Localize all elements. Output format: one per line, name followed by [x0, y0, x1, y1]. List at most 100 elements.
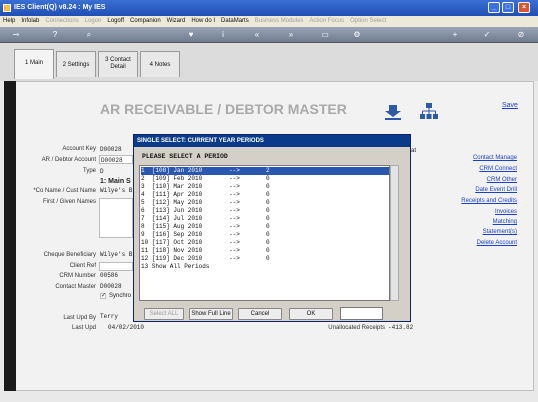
- period-row-arrow: -->: [229, 223, 240, 230]
- tab-strip: 1 Main 2 Settings 3 Contact Detail 4 Not…: [0, 43, 538, 81]
- type-value[interactable]: D: [100, 168, 104, 175]
- dialog-input[interactable]: [340, 307, 383, 320]
- period-row-count: 2: [266, 167, 270, 174]
- period-row-label: 12 [119] Dec 2010: [141, 255, 203, 262]
- account-key-value[interactable]: D00028: [100, 146, 122, 153]
- period-row[interactable]: 3 [110] Mar 2010 --> 0: [141, 183, 389, 191]
- partial-label: at: [411, 148, 417, 154]
- period-row-label: 11 [118] Nov 2010: [141, 247, 203, 254]
- download-icon[interactable]: [384, 104, 402, 120]
- period-row[interactable]: 11 [118] Nov 2010 --> 0: [141, 247, 389, 255]
- menu-item-companion[interactable]: Companion: [127, 16, 164, 27]
- period-row[interactable]: 5 [112] May 2010 --> 0: [141, 199, 389, 207]
- first-icon[interactable]: «: [252, 30, 262, 40]
- save-link[interactable]: Save: [502, 102, 518, 109]
- menu-item-how-do-i[interactable]: How do I: [188, 16, 218, 27]
- link-invoices[interactable]: Invoices: [455, 209, 517, 215]
- period-row[interactable]: 9 [116] Sep 2010 --> 0: [141, 231, 389, 239]
- minimize-button[interactable]: _: [488, 2, 500, 13]
- synchro-label: Synchro: [109, 293, 132, 299]
- period-row[interactable]: 10 [117] Oct 2010 --> 0: [141, 239, 389, 247]
- menu-item-logoff[interactable]: Logoff: [104, 16, 127, 27]
- add-icon[interactable]: +: [450, 30, 460, 40]
- period-row-arrow: -->: [229, 191, 240, 198]
- cheque-beneficiary-value[interactable]: Wilye's B: [100, 251, 132, 258]
- hierarchy-icon[interactable]: [420, 103, 438, 120]
- period-row-label: 3 [110] Mar 2010: [141, 183, 203, 190]
- cancel-button[interactable]: Cancel: [238, 308, 282, 320]
- tab-settings[interactable]: 2 Settings: [56, 51, 96, 77]
- period-row-count: 0: [266, 223, 270, 230]
- search-icon[interactable]: ⌕: [84, 30, 94, 40]
- menu-item-wizard[interactable]: Wizard: [164, 16, 189, 27]
- period-row-arrow: -->: [229, 207, 240, 214]
- crm-number-label: CRM Number: [59, 273, 96, 279]
- first-names-field[interactable]: [99, 198, 133, 238]
- period-row-arrow: -->: [229, 175, 240, 182]
- period-row[interactable]: 6 [113] Jun 2010 --> 0: [141, 207, 389, 215]
- page-icon[interactable]: ▭: [320, 30, 330, 40]
- contact-master-value[interactable]: D00028: [100, 283, 122, 290]
- key-icon[interactable]: ⊸: [6, 30, 26, 40]
- last-icon[interactable]: »: [286, 30, 296, 40]
- period-row[interactable]: 8 [115] Aug 2010 --> 0: [141, 223, 389, 231]
- settings-icon[interactable]: ⚙: [352, 30, 362, 40]
- menu-item-infolab[interactable]: Infolab: [18, 16, 42, 27]
- period-row-count: 0: [266, 231, 270, 238]
- app-icon: [3, 4, 11, 12]
- tab-settings-label: 2 Settings: [62, 62, 90, 68]
- period-row-count: 0: [266, 199, 270, 206]
- last-upd-value: 04/02/2010: [108, 324, 145, 331]
- section-heading: 1: Main S: [100, 178, 131, 185]
- link-contact-manage[interactable]: Contact Manage: [455, 155, 517, 161]
- maximize-button[interactable]: □: [502, 2, 514, 13]
- show-full-line-button[interactable]: Show Full Line: [189, 308, 233, 320]
- period-row[interactable]: 1 [108] Jan 2010 --> 2: [141, 167, 389, 175]
- period-row-label: 7 [114] Jul 2010: [141, 215, 203, 222]
- crm-number-value[interactable]: 00586: [100, 272, 118, 279]
- debtor-account-field[interactable]: D00028: [99, 155, 133, 164]
- delete-icon[interactable]: ⊘: [516, 30, 526, 40]
- menu-item-action-focus: Action Focus: [309, 18, 345, 24]
- period-row-count: 0: [266, 191, 270, 198]
- info-icon[interactable]: i: [218, 30, 228, 40]
- tab-notes[interactable]: 4 Notes: [140, 51, 180, 77]
- close-button[interactable]: ×: [518, 2, 530, 13]
- period-row[interactable]: 2 [109] Feb 2010 --> 0: [141, 175, 389, 183]
- period-listbox[interactable]: 1 [108] Jan 2010 --> 2 2 [109] Feb 2010 --> 0…: [139, 165, 390, 301]
- period-row-label: 1 [108] Jan 2010: [141, 167, 203, 174]
- client-ref-field[interactable]: [99, 262, 133, 271]
- period-row[interactable]: 4 [111] Apr 2010 --> 0: [141, 191, 389, 199]
- menu-item-business-modules: Business Modules: [254, 18, 304, 24]
- period-row-label: 10 [117] Oct 2010: [141, 239, 203, 246]
- check-icon[interactable]: ✓: [482, 30, 492, 40]
- period-row[interactable]: 13 Show All Periods: [141, 263, 389, 271]
- link-matching[interactable]: Matching: [455, 219, 517, 225]
- period-row-count: 0: [266, 215, 270, 222]
- page-title: AR RECEIVABLE / DEBTOR MASTER: [100, 101, 347, 117]
- listbox-scrollbar[interactable]: [390, 165, 399, 301]
- tab-main[interactable]: 1 Main: [14, 49, 54, 79]
- link-delete-account[interactable]: Delete Account: [455, 240, 517, 246]
- period-row[interactable]: 7 [114] Jul 2010 --> 0: [141, 215, 389, 223]
- link-statement-s-[interactable]: Statement(s): [455, 229, 517, 235]
- window-title: IES Client(Q) v8.24 : My IES: [14, 4, 106, 11]
- link-crm-other[interactable]: CRM Other: [455, 177, 517, 183]
- select-all-button[interactable]: Select ALL: [144, 308, 184, 320]
- tab-main-label: 1 Main: [24, 60, 43, 66]
- period-row-label: 9 [116] Sep 2010: [141, 231, 203, 238]
- co-name-value[interactable]: Wilye's B: [100, 187, 132, 194]
- menu-item-help[interactable]: Help: [0, 16, 18, 27]
- period-row[interactable]: 12 [119] Dec 2010 --> 0: [141, 255, 389, 263]
- menu-item-connections: Connections: [45, 18, 79, 24]
- menu-item-datamarts[interactable]: DataMarts: [218, 16, 252, 27]
- tab-contact-detail[interactable]: 3 Contact Detail: [98, 51, 138, 77]
- link-receipts-and-credits[interactable]: Receipts and Credits: [455, 198, 517, 204]
- heart-icon[interactable]: ♥: [186, 30, 196, 40]
- link-crm-connect[interactable]: CRM Connect: [455, 166, 517, 172]
- last-upd-label: Last Upd: [71, 325, 96, 331]
- link-date-event-drill[interactable]: Date Event Drill: [455, 187, 517, 193]
- synchro-checkbox[interactable]: ✓: [100, 293, 106, 299]
- ok-button[interactable]: OK: [289, 308, 333, 320]
- help-icon[interactable]: ?: [50, 30, 60, 40]
